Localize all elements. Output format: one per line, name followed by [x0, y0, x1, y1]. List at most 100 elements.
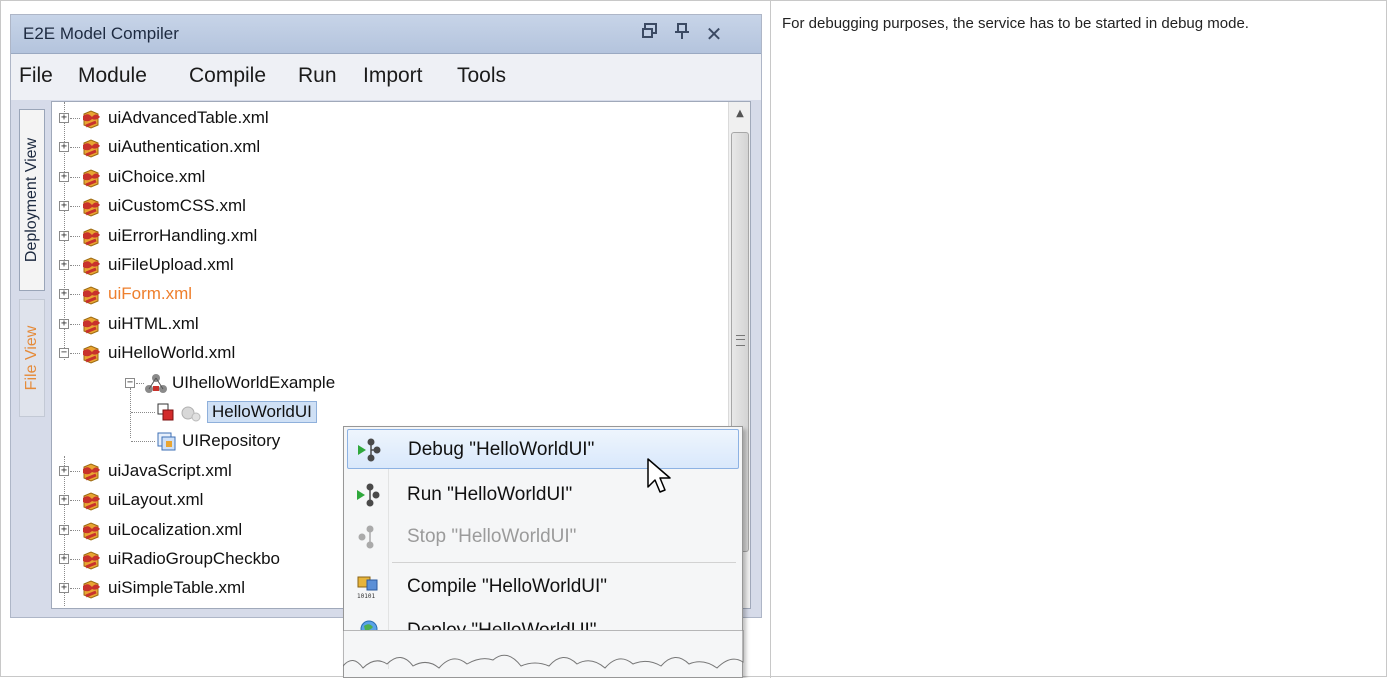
menu-file[interactable]: File: [19, 64, 53, 88]
tree-item-label: uiHTML.xml: [108, 313, 199, 333]
tree-item-label: uiHelloWorld.xml: [108, 343, 236, 363]
view-tabs: Deployment View File View: [11, 101, 49, 611]
tab-deployment-label: Deployment View: [23, 137, 40, 263]
expand-toggle-icon[interactable]: +: [59, 230, 69, 241]
menu-item-debug[interactable]: Debug "HelloWorldUI": [347, 429, 739, 469]
tree-row[interactable]: + uiErrorHandling.xml: [52, 222, 732, 251]
tree-connector: [70, 235, 80, 238]
tree-connector: [70, 147, 80, 149]
torn-edge: [343, 630, 744, 669]
expand-toggle-icon[interactable]: +: [59, 554, 69, 564]
menu-label-stop: Stop "HelloWorldUI": [407, 526, 577, 547]
tab-file-label: File View: [23, 325, 40, 391]
tree-row-example[interactable]: − UIhelloWorldExample: [52, 369, 732, 398]
window-title: E2E Model Compiler: [23, 24, 179, 43]
tree-row[interactable]: + uiForm.xml: [52, 280, 732, 309]
table-divider: [770, 0, 771, 678]
xml-file-icon: [83, 139, 100, 158]
tree-item-label: uiAuthentication.xml: [108, 137, 261, 157]
tree-connector: [70, 529, 80, 532]
tree-connector: [70, 323, 80, 326]
xml-file-icon: [83, 110, 100, 129]
menu-bar: File Module Compile Run Import Tools: [11, 54, 761, 100]
tree-row[interactable]: + uiChoice.xml: [52, 163, 732, 192]
tree-connector: [70, 559, 80, 561]
tree-item-label-selected: HelloWorldUI: [207, 401, 317, 423]
tree-item-label: uiErrorHandling.xml: [108, 225, 258, 245]
close-icon[interactable]: ✕: [701, 21, 727, 47]
xml-file-icon: [83, 492, 100, 511]
xml-file-icon: [83, 522, 100, 541]
tree-item-label: uiLocalization.xml: [108, 519, 243, 539]
pin-icon[interactable]: [669, 21, 695, 47]
expand-toggle-icon[interactable]: +: [59, 524, 69, 535]
menu-item-run[interactable]: Run "HelloWorldUI": [347, 475, 739, 515]
xml-file-icon: [83, 198, 100, 217]
tree-connector: [70, 353, 80, 355]
tree-row[interactable]: − uiHelloWorld.xml: [52, 339, 732, 368]
service-icon: [157, 403, 201, 422]
menu-compile[interactable]: Compile: [189, 64, 266, 88]
expand-toggle-icon[interactable]: +: [59, 142, 69, 153]
xml-file-icon: [83, 169, 100, 188]
xml-file-icon: [83, 551, 100, 570]
menu-import[interactable]: Import: [363, 64, 423, 88]
tree-connector: [131, 412, 155, 414]
tree-row[interactable]: + uiCustomCSS.xml: [52, 192, 732, 221]
xml-file-icon: [83, 463, 100, 482]
expand-toggle-icon[interactable]: +: [59, 171, 69, 182]
tab-deployment-view[interactable]: Deployment View: [19, 109, 45, 291]
menu-item-compile[interactable]: 10101 Compile "HelloWorldUI": [347, 567, 739, 607]
tree-connector: [70, 294, 80, 296]
tree-row[interactable]: + uiAuthentication.xml: [52, 133, 732, 162]
restore-icon[interactable]: [637, 21, 663, 47]
tree-row[interactable]: + uiHTML.xml: [52, 310, 732, 339]
tab-file-view[interactable]: File View: [19, 299, 45, 417]
expand-toggle-icon[interactable]: −: [59, 348, 69, 359]
mouse-cursor-icon: [647, 458, 671, 493]
tree-row[interactable]: + uiFileUpload.xml: [52, 251, 732, 280]
tree-item-label: uiRadioGroupCheckbo: [108, 549, 280, 568]
tree-item-label: uiChoice.xml: [108, 166, 206, 186]
title-bar: E2E Model Compiler ✕: [11, 15, 761, 54]
tree-row-helloworldui[interactable]: HelloWorldUI: [52, 398, 732, 427]
debug-icon: [358, 438, 381, 462]
menu-run[interactable]: Run: [298, 64, 337, 88]
tree-item-label: uiLayout.xml: [108, 490, 204, 510]
svg-text:10101: 10101: [357, 593, 375, 600]
xml-file-icon: [83, 286, 100, 305]
scroll-up-arrow[interactable]: ▲: [729, 104, 750, 124]
expand-toggle-icon[interactable]: +: [59, 201, 69, 212]
grip-icon: [736, 335, 745, 346]
expand-toggle-icon[interactable]: +: [59, 289, 69, 300]
xml-file-icon: [83, 257, 100, 276]
expand-toggle-icon[interactable]: +: [59, 113, 69, 123]
menu-module[interactable]: Module: [78, 64, 147, 88]
tree-item-label: uiSimpleTable.xml: [108, 578, 245, 598]
description-text: For debugging purposes, the service has …: [782, 15, 1249, 32]
stop-icon: [358, 525, 374, 549]
expand-toggle-icon[interactable]: −: [125, 377, 135, 388]
tree-row[interactable]: + uiAdvancedTable.xml: [52, 104, 732, 133]
tree-connector: [70, 206, 80, 208]
expand-toggle-icon[interactable]: +: [59, 260, 69, 270]
tree-connector: [70, 588, 80, 590]
tree-connector: [136, 382, 144, 385]
tree-connector: [70, 176, 80, 179]
run-icon: [357, 483, 380, 507]
tree-item-label: uiForm.xml: [108, 284, 193, 304]
menu-tools[interactable]: Tools: [457, 64, 506, 88]
expand-toggle-icon[interactable]: +: [59, 583, 69, 594]
expand-toggle-icon[interactable]: +: [59, 495, 69, 506]
tree-item-label: uiFileUpload.xml: [108, 255, 234, 274]
compile-icon: 10101: [357, 576, 378, 600]
xml-file-icon: [83, 316, 100, 335]
tree-item-label: uiAdvancedTable.xml: [108, 108, 269, 127]
tree-item-label: UIhelloWorldExample: [172, 372, 336, 392]
expand-toggle-icon[interactable]: +: [59, 465, 69, 476]
menu-label-run: Run "HelloWorldUI": [407, 484, 573, 505]
tree-connector: [131, 441, 155, 443]
tree-connector: [70, 265, 80, 267]
expand-toggle-icon[interactable]: +: [59, 318, 69, 329]
tree-connector: [70, 118, 80, 120]
